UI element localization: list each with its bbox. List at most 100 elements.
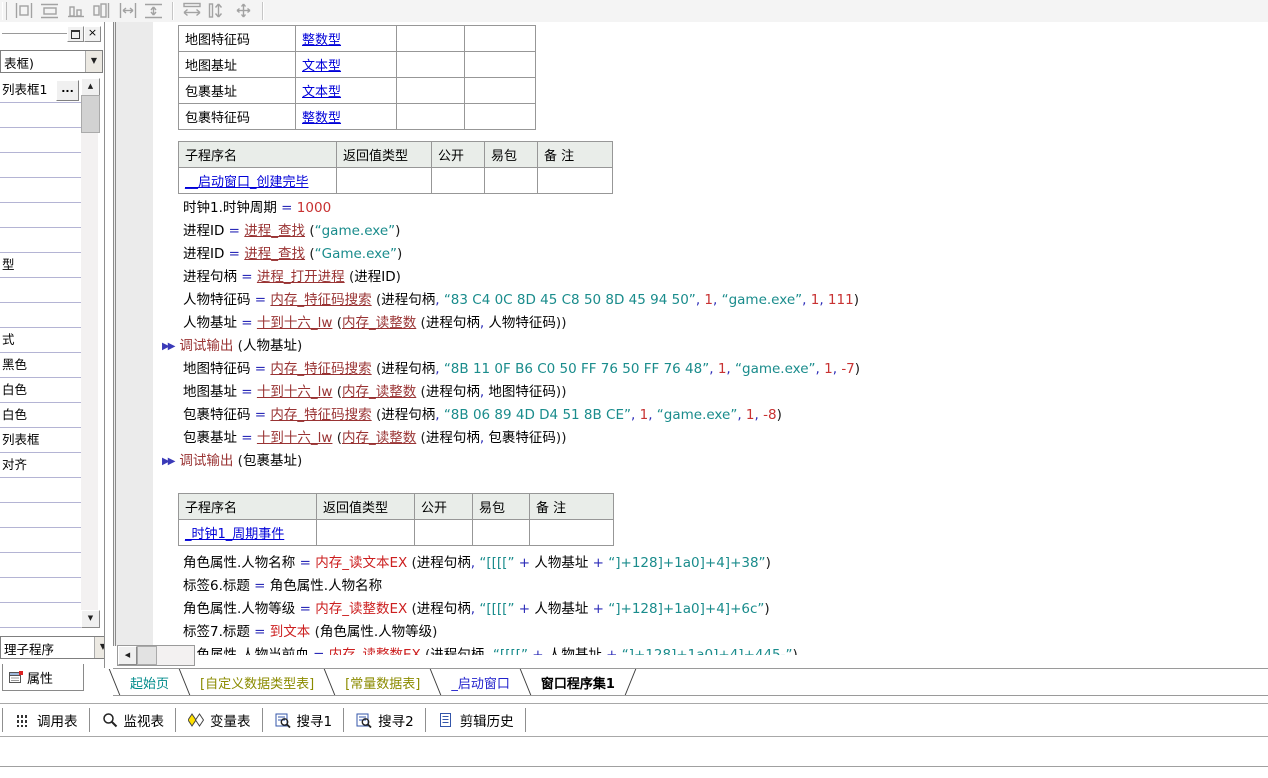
property-row[interactable] (0, 553, 81, 578)
table-cell[interactable]: 文本型 (296, 78, 397, 104)
editor-content[interactable]: 地图特征码整数型地图基址文本型包裹基址文本型包裹特征码整数型 子程序名返回值类型… (150, 22, 1268, 655)
table-cell[interactable] (397, 52, 465, 78)
property-row[interactable]: 型 (0, 253, 81, 278)
table-cell[interactable] (432, 168, 485, 194)
table-cell[interactable] (415, 520, 473, 546)
horizontal-scrollbar[interactable]: ◀ (117, 645, 195, 666)
event-handler-dropdown[interactable]: 理子程序 ▼ (0, 636, 112, 659)
subroutine-link[interactable]: 文本型 (302, 59, 341, 74)
button-调用表[interactable]: 调用表 (6, 707, 87, 733)
tab-item[interactable]: [常量数据表] (331, 669, 434, 695)
code-line[interactable]: 进程ID = 进程_查找 (“game.exe”) (150, 220, 1268, 243)
code-line[interactable]: 包裹特征码 = 内存_特征码搜索 (进程句柄, “8B 06 89 4D D4 … (150, 404, 1268, 427)
tab-properties[interactable]: 属性 (2, 664, 84, 691)
table-cell[interactable]: 地图特征码 (179, 26, 296, 52)
restore-icon[interactable] (67, 26, 84, 42)
align-center-vertical-button[interactable] (37, 1, 63, 21)
button-搜寻2[interactable]: 搜寻2 (347, 707, 423, 733)
code-line[interactable]: 标签7.标题 = 到文本 (角色属性.人物等级) (150, 621, 1268, 644)
same-height-button[interactable] (205, 1, 231, 21)
subroutine-link[interactable]: _时钟1_周期事件 (185, 527, 284, 542)
code-line[interactable]: 地图基址 = 十到十六_lw (内存_读整数 (进程句柄, 地图特征码)) (150, 381, 1268, 404)
code-line[interactable]: ▶▶调试输出 (人物基址) (150, 335, 1268, 358)
table-cell[interactable] (397, 26, 465, 52)
subroutine-link[interactable]: 文本型 (302, 85, 341, 100)
scroll-left-icon[interactable]: ◀ (118, 646, 137, 665)
code-line[interactable]: ▶▶调试输出 (包裹基址) (150, 450, 1268, 473)
property-row[interactable] (0, 203, 81, 228)
button-变量表[interactable]: 变量表 (179, 707, 260, 733)
table-cell[interactable]: __启动窗口_创建完毕 (179, 168, 337, 194)
property-row[interactable] (0, 278, 81, 303)
button-搜寻1[interactable]: 搜寻1 (266, 707, 342, 733)
table-cell[interactable]: 包裹特征码 (179, 104, 296, 130)
button-监视表[interactable]: 监视表 (93, 707, 174, 733)
same-width-button[interactable] (179, 1, 205, 21)
tab-item[interactable]: _启动窗口 (437, 669, 524, 695)
scroll-down-icon[interactable]: ▼ (81, 610, 100, 628)
property-row[interactable] (0, 578, 81, 603)
scrollbar-thumb[interactable] (81, 95, 100, 133)
property-row[interactable]: 式 (0, 328, 81, 353)
code-line[interactable]: ↓ +角色属性.人物名称 = 内存_读文本EX (进程句柄, “[[[[” + … (150, 552, 1268, 575)
toolbar-grip[interactable] (2, 2, 7, 20)
table-cell[interactable] (337, 168, 432, 194)
property-row[interactable] (0, 478, 81, 503)
tab-active[interactable]: 窗口程序集1 (527, 669, 629, 695)
table-cell[interactable] (397, 78, 465, 104)
table-cell[interactable] (473, 520, 530, 546)
code-line[interactable]: 进程句柄 = 进程_打开进程 (进程ID) (150, 266, 1268, 289)
property-row[interactable]: 对齐 (0, 453, 81, 478)
panel-drag-handle[interactable] (2, 33, 68, 37)
code-line[interactable]: 包裹基址 = 十到十六_lw (内存_读整数 (进程句柄, 包裹特征码)) (150, 427, 1268, 450)
table-cell[interactable]: 整数型 (296, 26, 397, 52)
scrollbar-thumb[interactable] (137, 646, 157, 665)
table-cell[interactable]: 地图基址 (179, 52, 296, 78)
property-row[interactable] (0, 303, 81, 328)
property-row[interactable] (0, 153, 81, 178)
table-cell[interactable] (538, 168, 613, 194)
table-cell[interactable] (465, 26, 536, 52)
code-line[interactable]: 标签6.标题 = 角色属性.人物名称 (150, 575, 1268, 598)
property-row[interactable]: 列表框 (0, 428, 81, 453)
table-cell[interactable] (317, 520, 415, 546)
code-line[interactable]: 时钟1.时钟周期 = 1000 (150, 197, 1268, 220)
property-row[interactable] (0, 228, 81, 253)
property-row[interactable]: 白色 (0, 403, 81, 428)
property-row[interactable] (0, 178, 81, 203)
align-center-horizontal-button[interactable] (11, 1, 37, 21)
property-row[interactable]: 白色 (0, 378, 81, 403)
property-row[interactable]: 黑色 (0, 353, 81, 378)
tab-item[interactable]: [自定义数据类型表] (186, 669, 328, 695)
property-row[interactable] (0, 603, 81, 628)
subroutine-link[interactable]: 整数型 (302, 111, 341, 126)
align-edges-button[interactable] (89, 1, 115, 21)
property-row[interactable] (0, 128, 81, 153)
property-row[interactable] (0, 528, 81, 553)
close-icon[interactable]: × (84, 26, 101, 42)
table-cell[interactable] (465, 52, 536, 78)
table-cell[interactable] (530, 520, 614, 546)
property-row[interactable] (0, 103, 81, 128)
table-cell[interactable] (465, 104, 536, 130)
button-剪辑历史[interactable]: 剪辑历史 (429, 707, 523, 733)
property-row[interactable] (0, 503, 81, 528)
code-line[interactable]: 人物特征码 = 内存_特征码搜索 (进程句柄, “83 C4 0C 8D 45 … (150, 289, 1268, 312)
table-cell[interactable] (397, 104, 465, 130)
same-size-button[interactable] (231, 1, 257, 21)
subroutine-link[interactable]: 整数型 (302, 33, 341, 48)
code-line[interactable]: 地图特征码 = 内存_特征码搜索 (进程句柄, “8B 11 0F B6 C0 … (150, 358, 1268, 381)
property-row-name[interactable]: 列表框1 ... (0, 78, 81, 103)
table-cell[interactable] (485, 168, 538, 194)
subroutine-link[interactable]: __启动窗口_创建完毕 (185, 175, 309, 190)
table-cell[interactable]: 整数型 (296, 104, 397, 130)
code-line[interactable]: 人物基址 = 十到十六_lw (内存_读整数 (进程句柄, 人物特征码)) (150, 312, 1268, 335)
tab-item[interactable]: 起始页 (116, 669, 183, 695)
table-cell[interactable]: 文本型 (296, 52, 397, 78)
component-select-dropdown[interactable]: 表框) ▼ (0, 50, 103, 73)
chevron-down-icon[interactable]: ▼ (85, 51, 102, 72)
property-grid-scrollbar[interactable]: ▲ ▼ (81, 78, 98, 628)
space-equal-vertical-button[interactable] (141, 1, 167, 21)
ellipsis-button[interactable]: ... (56, 80, 79, 101)
code-line[interactable]: 进程ID = 进程_查找 (“Game.exe”) (150, 243, 1268, 266)
